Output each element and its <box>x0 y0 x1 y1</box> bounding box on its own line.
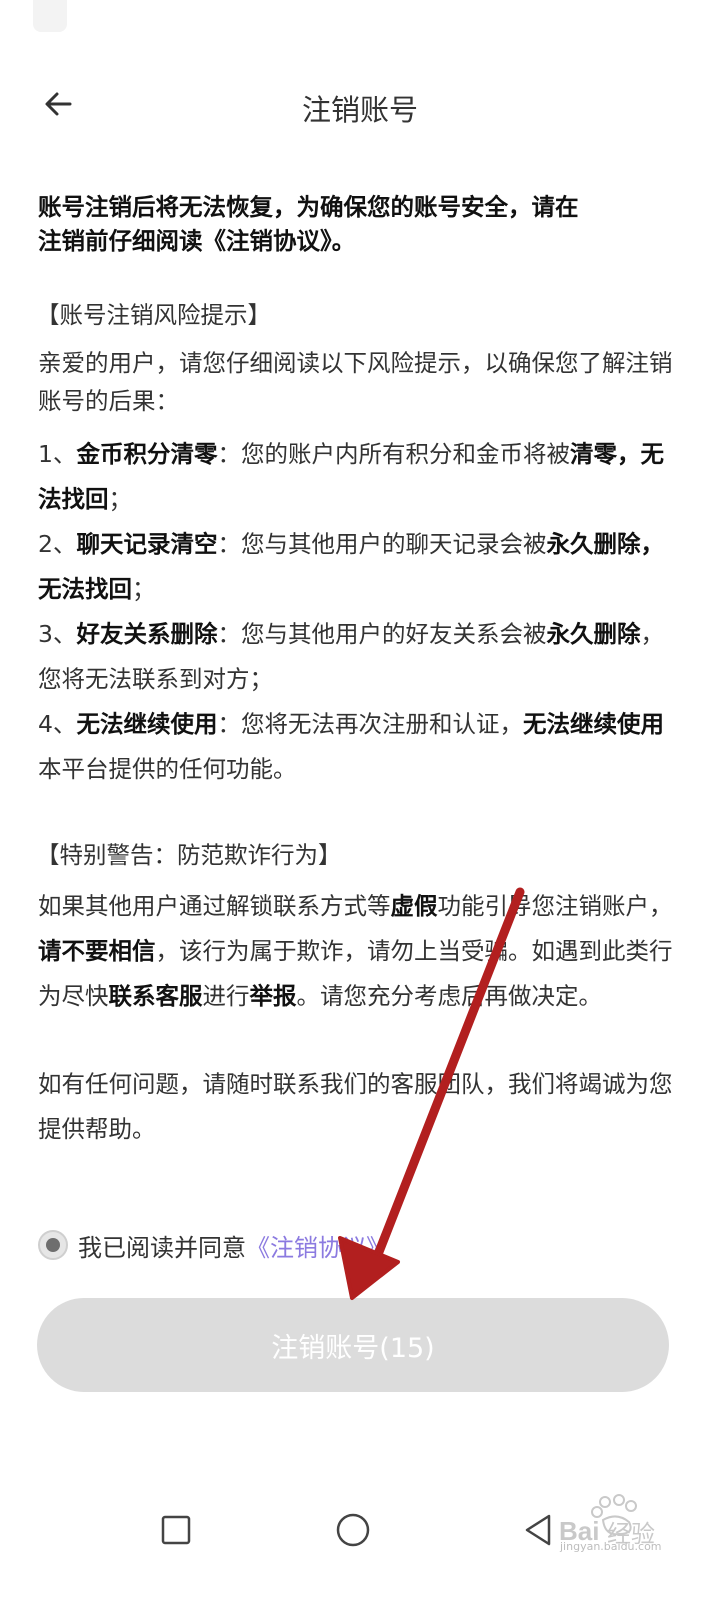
warning-emphasis: 联系客服 <box>108 982 203 1010</box>
risk-item-title: 好友关系删除 <box>76 620 218 648</box>
risk-item-title: 金币积分清零 <box>76 440 218 468</box>
risk-item-text: 您的账户内所有积分和金币将被 <box>240 440 570 468</box>
risk-item-index: 3、 <box>38 620 77 648</box>
watermark-url: jingyan.baidu.com <box>560 1540 662 1553</box>
warning-emphasis: 举报 <box>249 982 297 1010</box>
risk-item-title: 聊天记录清空 <box>76 530 218 558</box>
risk-list: 1、金币积分清零：您的账户内所有积分和金币将被清零，无法找回； 2、聊天记录清空… <box>38 432 678 792</box>
cancel-account-button[interactable]: 注销账号(15) <box>37 1298 669 1392</box>
agreement-radio[interactable] <box>38 1230 68 1260</box>
risk-item-sep: ： <box>217 620 241 648</box>
warning-text-part: 。请您充分考虑后再做决定。 <box>296 982 603 1010</box>
intro-line-2: 注销前仔细阅读《注销协议》。 <box>38 227 356 255</box>
risk-item-text: 您将无法再次注册和认证， <box>240 710 523 738</box>
circle-icon <box>336 1513 370 1547</box>
risk-item: 2、聊天记录清空：您与其他用户的聊天记录会被永久删除，无法找回； <box>38 522 678 612</box>
risk-item-title: 无法继续使用 <box>76 710 218 738</box>
page-title: 注销账号 <box>301 93 418 127</box>
agreement-row: 我已阅读并同意 《注销协议》 <box>38 1226 390 1264</box>
contact-support-text: 如有任何问题，请随时联系我们的客服团队，我们将竭诚为您提供帮助。 <box>38 1070 673 1143</box>
warning-text: 如果其他用户通过解锁联系方式等虚假功能引导您注销账户，请不要相信，该行为属于欺诈… <box>38 884 678 1019</box>
warning-text-part: 进行 <box>202 982 250 1010</box>
risk-item-sep: ： <box>217 530 241 558</box>
warning-text-part: 功能引导您注销账户， <box>437 892 673 920</box>
risk-item-bold: 永久删除 <box>546 620 641 648</box>
risk-item-tail: 本平台提供的任何功能。 <box>38 755 297 783</box>
risk-item-text: 您与其他用户的好友关系会被 <box>240 620 547 648</box>
risk-item-index: 1、 <box>38 440 77 468</box>
top-bar: 注销账号 <box>0 70 720 140</box>
risk-item-text: 您与其他用户的聊天记录会被 <box>240 530 547 558</box>
risk-item-sep: ： <box>217 710 241 738</box>
risk-section-title: 【账号注销风险提示】 <box>36 301 271 329</box>
warning-emphasis: 请不要相信 <box>38 937 156 965</box>
warning-section-title: 【特别警告：防范欺诈行为】 <box>36 841 342 869</box>
risk-item: 4、无法继续使用：您将无法再次注册和认证，无法继续使用本平台提供的任何功能。 <box>38 702 678 792</box>
risk-intro-text: 亲爱的用户，请您仔细阅读以下风险提示，以确保您了解注销账号的后果： <box>38 349 673 415</box>
risk-item-index: 2、 <box>38 530 77 558</box>
risk-item-tail: ； <box>108 485 133 513</box>
nav-recents-button[interactable] <box>154 1508 198 1552</box>
risk-item-index: 4、 <box>38 710 77 738</box>
intro-notice: 账号注销后将无法恢复，为确保您的账号安全，请在 注销前仔细阅读《注销协议》。 <box>38 190 678 258</box>
nav-home-button[interactable] <box>331 1508 375 1552</box>
risk-item-bold: 无法继续使用 <box>522 710 664 738</box>
warning-text-part: 如果其他用户通过解锁联系方式等 <box>38 892 391 920</box>
risk-item-sep: ： <box>217 440 241 468</box>
risk-item: 1、金币积分清零：您的账户内所有积分和金币将被清零，无法找回； <box>38 432 678 522</box>
agreement-label: 我已阅读并同意 <box>78 1233 246 1262</box>
warning-emphasis: 虚假 <box>390 892 438 920</box>
risk-item: 3、好友关系删除：您与其他用户的好友关系会被永久删除，您将无法联系到对方； <box>38 612 678 702</box>
intro-line-1: 账号注销后将无法恢复，为确保您的账号安全，请在 <box>38 193 579 221</box>
square-icon <box>161 1515 191 1545</box>
risk-item-tail: ； <box>132 575 156 603</box>
radio-selected-dot <box>46 1238 60 1252</box>
agreement-link[interactable]: 《注销协议》 <box>246 1228 390 1263</box>
status-bar-placeholder <box>33 0 67 32</box>
